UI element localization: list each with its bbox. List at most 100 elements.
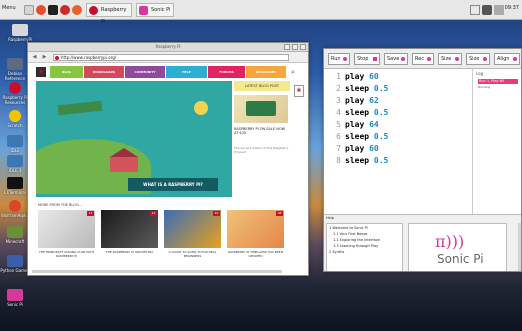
desktop-icon-raspberrypi[interactable]: RaspberryPi: [5, 24, 35, 42]
desktop-icon-debian-reference[interactable]: Debian Reference: [0, 58, 30, 81]
nav-help[interactable]: HELP: [166, 66, 207, 78]
file-manager-icon[interactable]: [48, 5, 58, 15]
code-line[interactable]: 1 play 60: [326, 71, 473, 83]
help-item[interactable]: 1.1 Your First Beeps: [333, 232, 368, 236]
desktop-icon-minecraft[interactable]: Minecraft: [0, 226, 30, 244]
code-line[interactable]: 4 sleep 0.5: [326, 107, 473, 119]
align-button[interactable]: Align: [494, 53, 520, 65]
nav-forums[interactable]: FORUMS: [208, 66, 245, 78]
desktop-icon-scratch[interactable]: Scratch: [0, 110, 30, 128]
thumb-caption[interactable]: THE MINECRAFT CODING CLUB WITH RASPBERRY…: [38, 250, 95, 258]
pi-board-illustration: [57, 100, 103, 116]
thumb-date-badge: 08: [276, 211, 283, 216]
close-button[interactable]: [300, 44, 306, 50]
side-logo-icon[interactable]: ❀: [294, 85, 304, 97]
blog-thumb[interactable]: 10: [164, 210, 221, 248]
terminal-icon: [7, 177, 23, 189]
help-item[interactable]: 2 Synths: [329, 250, 344, 254]
minimize-button[interactable]: [284, 44, 290, 50]
thumb-caption[interactable]: A GUIDE TO SONIC PI FOR REAL BEGINNERS: [164, 250, 221, 258]
python-icon: [7, 155, 23, 167]
pi-board-image: [246, 101, 276, 116]
blog-thumb[interactable]: 11: [101, 210, 158, 248]
run-button[interactable]: Run: [328, 53, 350, 65]
task-sonic-pi[interactable]: Sonic Pi: [136, 3, 174, 17]
nav-downloads[interactable]: DOWNLOADS: [84, 66, 124, 78]
help-scrollbar[interactable]: [518, 223, 521, 271]
size-down-button[interactable]: Size: [438, 53, 462, 65]
nav-community[interactable]: COMMUNITY: [125, 66, 165, 78]
battery-icon[interactable]: [494, 5, 504, 15]
sonic-pi-toolbar: Run Stop Save Rec Size Size Align: [324, 49, 521, 69]
code-line[interactable]: 8 sleep 0.5: [326, 155, 473, 167]
latest-post-image[interactable]: [234, 95, 288, 123]
code-line[interactable]: 5 play 64: [326, 119, 473, 131]
task-raspberry-pi[interactable]: Raspberry Pi: [86, 3, 132, 25]
thumb-date-badge: 14: [87, 211, 94, 216]
help-item[interactable]: 1.2 Exploring the Interface: [333, 238, 380, 242]
address-bar[interactable]: http://www.raspberrypi.org/: [53, 54, 289, 61]
help-item[interactable]: 1 Welcome to Sonic Pi: [329, 226, 368, 230]
latest-post-headline[interactable]: RASPBERRY PI ON SALE NOW AT $35: [234, 127, 290, 135]
maximize-button[interactable]: [292, 44, 298, 50]
code-line[interactable]: 6 sleep 0.5: [326, 131, 473, 143]
log-panel: Log Run 1, Play 60 Running: [474, 69, 521, 207]
thumb-caption[interactable]: THE RASPBERRY PI ORCHESTRA: [101, 250, 158, 255]
save-button[interactable]: Save: [384, 53, 408, 65]
minecraft-icon: [7, 226, 23, 238]
help-item[interactable]: 1.3 Learning through Play: [333, 244, 378, 248]
desktop-icon-wolframalpha[interactable]: WolframAlpha: [0, 200, 30, 218]
browser-title: Raspberry Pi: [155, 44, 181, 49]
log-entry: Run 1, Play 60: [478, 79, 518, 84]
home-icon[interactable]: [24, 5, 34, 15]
wolfram-icon[interactable]: [72, 5, 82, 15]
desktop-icon-python-games[interactable]: Python Games: [0, 255, 30, 273]
thumb-caption[interactable]: RASPBERRY PI TIMELAPSE HAS BEEN UPDATED: [227, 250, 284, 258]
volume-icon[interactable]: [482, 5, 492, 15]
search-icon[interactable]: ⌕: [288, 67, 298, 77]
help-tree[interactable]: 1 Welcome to Sonic Pi 1.1 Your First Bee…: [326, 223, 403, 271]
wolfram-icon: [9, 200, 21, 212]
desktop-icon-sonic-pi[interactable]: Sonic Pi: [0, 289, 30, 307]
sonic-pi-icon: [7, 289, 23, 301]
raspberry-logo-icon[interactable]: ❀: [36, 67, 46, 77]
what-is-pi-button[interactable]: WHAT IS A RASPBERRY PI?: [128, 178, 218, 191]
clock: 09:37: [504, 5, 519, 11]
terminal-icon[interactable]: [60, 5, 70, 15]
log-status: Running: [478, 85, 491, 89]
desktop-icon-pi-resources[interactable]: Raspberry Pi Resources: [0, 82, 30, 105]
latest-blog-label: LATEST BLOG POST: [234, 81, 290, 91]
blog-thumb[interactable]: 14: [38, 210, 95, 248]
align-icon: [513, 57, 517, 61]
blog-thumb[interactable]: 08: [227, 210, 284, 248]
size-up-button[interactable]: Size: [466, 53, 490, 65]
log-title: Log: [476, 71, 484, 76]
wifi-icon[interactable]: [470, 5, 480, 15]
code-line[interactable]: 3 play 62: [326, 95, 473, 107]
browser-toolbar: ◀ ▶ http://www.raspberrypi.org/: [28, 52, 308, 63]
desktop-icon-lxterminal[interactable]: LXTerminal: [0, 177, 30, 195]
house-roof-illustration: [110, 148, 138, 157]
code-line[interactable]: 2 sleep 0.5: [326, 83, 473, 95]
menu-button[interactable]: Menu: [2, 5, 16, 11]
raspberry-icon: [12, 24, 28, 36]
desktop-icon-idle[interactable]: IDLE: [0, 135, 30, 153]
code-line[interactable]: 7 play 60: [326, 143, 473, 155]
hero-banner[interactable]: WHAT IS A RASPBERRY PI?: [36, 81, 232, 197]
forward-icon[interactable]: ▶: [41, 54, 48, 61]
sonic-pi-window: Run Stop Save Rec Size Size Align 1 play …: [323, 48, 522, 272]
help-panel: Help 1 Welcome to Sonic Pi 1.1 Your Firs…: [324, 214, 521, 271]
nav-resources[interactable]: RESOURCES: [246, 66, 286, 78]
house-illustration: [110, 157, 138, 172]
desktop-icon-idle3[interactable]: IDLE 3: [0, 155, 30, 173]
stop-button[interactable]: Stop: [354, 53, 380, 65]
browser-window: Raspberry Pi ◀ ▶ http://www.raspberrypi.…: [27, 42, 309, 276]
nav-blog[interactable]: BLOG: [50, 66, 83, 78]
more-from-blog-label: MORE FROM THE BLOG...: [38, 203, 82, 207]
horizontal-scrollbar[interactable]: [32, 270, 282, 273]
latest-post-subtitle: The second edition of the Raspberry Pi b…: [234, 146, 289, 154]
browser-icon[interactable]: [36, 5, 46, 15]
record-button[interactable]: Rec: [412, 53, 434, 65]
size-down-icon: [455, 57, 459, 61]
back-icon[interactable]: ◀: [31, 54, 38, 61]
